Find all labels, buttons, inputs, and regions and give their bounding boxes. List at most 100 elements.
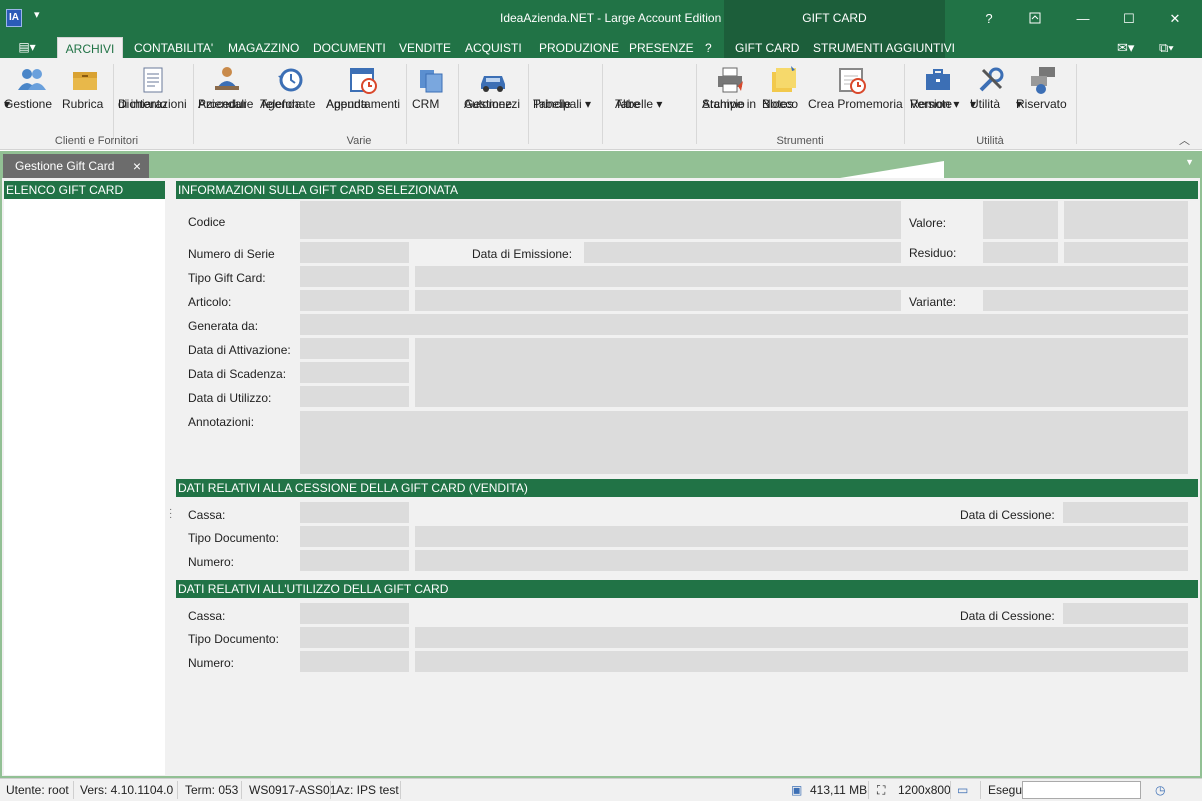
- status-memory: 413,11 MB: [810, 783, 868, 797]
- minimize-button[interactable]: —: [1060, 0, 1106, 37]
- dichiarazioni-button[interactable]: Dichiarazioni di intento: [118, 60, 188, 130]
- stampe-archivio-button[interactable]: Stampe in Archivio: [702, 60, 758, 130]
- ribbon-separator: [113, 64, 114, 144]
- data-attivazione-field[interactable]: [300, 338, 409, 359]
- utilizzo-numero-field[interactable]: [300, 651, 409, 672]
- rubrica-button[interactable]: Rubrica: [62, 60, 108, 130]
- cessione-cassa-field[interactable]: [300, 502, 409, 523]
- utilizzo-tipo-documento-code-field[interactable]: [300, 627, 409, 648]
- cessione-numero-field[interactable]: [300, 550, 409, 571]
- cessione-data-field[interactable]: [1063, 502, 1188, 523]
- generata-da-field[interactable]: [300, 314, 1188, 335]
- info-section: INFORMAZIONI SULLA GIFT CARD SELEZIONATA…: [176, 181, 1198, 481]
- gift-card-list-panel[interactable]: ELENCO GIFT CARD: [4, 181, 165, 775]
- collapse-ribbon-icon[interactable]: ︿: [1179, 132, 1190, 148]
- help-button[interactable]: ?: [966, 0, 1012, 37]
- mail-dropdown-icon[interactable]: ✉▾: [1117, 40, 1134, 56]
- tab-list-dropdown-icon[interactable]: ▼: [1185, 157, 1194, 167]
- tab-documenti[interactable]: DOCUMENTI: [307, 37, 392, 58]
- utilizzo-numero-extra-field[interactable]: [415, 651, 1188, 672]
- numero-serie-field[interactable]: [300, 242, 409, 263]
- cessione-tipo-documento-code-field[interactable]: [300, 526, 409, 547]
- tipo-gift-card-desc-field[interactable]: [415, 266, 1188, 287]
- utilizzo-tipo-documento-desc-field[interactable]: [415, 627, 1188, 648]
- ribbon-separator: [602, 64, 603, 144]
- cessione-numero-extra-field[interactable]: [415, 550, 1188, 571]
- window-settings-icon[interactable]: ▭: [957, 783, 968, 797]
- agenda-telefonate-button[interactable]: Agenda Telefonate: [260, 60, 320, 130]
- cessione-data-label: Data di Cessione:: [960, 508, 1055, 522]
- status-separator: [177, 781, 178, 799]
- restore-ribbon-icon[interactable]: [1012, 0, 1058, 37]
- cessione-tipo-documento-desc-field[interactable]: [415, 526, 1188, 547]
- tab-archivi[interactable]: ARCHIVI: [57, 37, 123, 58]
- splitter-handle[interactable]: · · ·: [169, 505, 172, 523]
- close-button[interactable]: ✕: [1152, 0, 1198, 37]
- tab-presenze[interactable]: PRESENZE: [623, 37, 700, 58]
- agenda-appuntamenti-button[interactable]: Agenda Appuntamenti: [326, 60, 400, 130]
- blocco-notes-button[interactable]: Blocco Notes: [762, 60, 804, 130]
- fullscreen-icon[interactable]: ⛶: [877, 783, 885, 798]
- tab-help[interactable]: ?: [699, 37, 718, 58]
- utilita-button[interactable]: Utilità ▾: [970, 60, 1012, 130]
- articolo-code-field[interactable]: [300, 290, 409, 311]
- tab-gift-card[interactable]: GIFT CARD: [729, 37, 805, 58]
- residuo-extra-field[interactable]: [1064, 242, 1188, 263]
- tipo-gift-card-code-field[interactable]: [300, 266, 409, 287]
- tab-vendite[interactable]: VENDITE: [393, 37, 457, 58]
- data-utilizzo-field[interactable]: [300, 386, 409, 407]
- quick-access-dropdown-icon[interactable]: ▾: [34, 8, 40, 21]
- gestione-automezzi-button[interactable]: Gestione Automezzi: [464, 60, 522, 130]
- tab-acquisti[interactable]: ACQUISTI: [459, 37, 528, 58]
- esegui-label: Esegui: [988, 783, 1025, 797]
- tab-produzione[interactable]: PRODUZIONE: [533, 37, 625, 58]
- numero-serie-label: Numero di Serie: [188, 247, 275, 261]
- tab-strumenti-aggiuntivi[interactable]: STRUMENTI AGGIUNTIVI: [807, 37, 961, 58]
- close-tab-icon[interactable]: ×: [133, 154, 141, 178]
- crea-promemoria-button[interactable]: Crea Promemoria: [808, 60, 903, 130]
- variante-field[interactable]: [983, 290, 1188, 311]
- residuo-field[interactable]: [983, 242, 1058, 263]
- codice-field[interactable]: [300, 201, 901, 239]
- status-separator: [868, 781, 869, 799]
- history-icon[interactable]: ◷: [1155, 783, 1165, 797]
- group-label-varie: Varie: [346, 135, 372, 147]
- printer-icon: [718, 67, 743, 93]
- users-icon: [18, 69, 46, 90]
- articolo-desc-field[interactable]: [415, 290, 901, 311]
- layout-dropdown-icon[interactable]: ⧉▾: [1159, 40, 1174, 56]
- file-menu-button[interactable]: ▤▾: [10, 39, 44, 56]
- doc-tab-gestione-gift-card[interactable]: Gestione Gift Card ×: [3, 154, 149, 178]
- tab-contabilita[interactable]: CONTABILITA': [128, 37, 219, 58]
- utilizzo-numero-label: Numero:: [188, 656, 235, 670]
- sticky-note-icon: [772, 66, 796, 92]
- list-header: ELENCO GIFT CARD: [4, 181, 165, 199]
- utilizzo-section: DATI RELATIVI ALL'UTILIZZO DELLA GIFT CA…: [176, 580, 1198, 680]
- data-scadenza-field[interactable]: [300, 362, 409, 383]
- group-label-utilita: Utilità: [976, 135, 1004, 147]
- crm-button[interactable]: CRM: [412, 60, 452, 130]
- car-icon: [481, 76, 505, 92]
- gestione-button[interactable]: Gestione ▾: [4, 60, 60, 130]
- date-notes-field[interactable]: [415, 338, 1188, 407]
- esegui-input[interactable]: [1022, 781, 1141, 799]
- utilizzo-data-field[interactable]: [1063, 603, 1188, 624]
- data-utilizzo-label: Data di Utilizzo:: [188, 391, 272, 405]
- remote-version-button[interactable]: Remote Version ▾: [910, 60, 966, 130]
- riservato-button[interactable]: Riservato ▾: [1016, 60, 1070, 130]
- utilizzo-cassa-field[interactable]: [300, 603, 409, 624]
- app-logo-icon[interactable]: IA: [6, 9, 22, 27]
- annotazioni-label: Annotazioni:: [188, 415, 255, 429]
- maximize-button[interactable]: ☐: [1106, 0, 1152, 37]
- data-attivazione-label: Data di Attivazione:: [188, 343, 291, 357]
- procedure-aziendali-button[interactable]: Procedure Aziendali: [198, 60, 256, 130]
- tab-magazzino[interactable]: MAGAZZINO: [222, 37, 305, 58]
- utilizzo-cassa-label: Cassa:: [188, 609, 226, 623]
- annotazioni-field[interactable]: [300, 411, 1188, 474]
- ribbon-separator: [193, 64, 194, 144]
- valore-extra-field[interactable]: [1064, 201, 1188, 239]
- data-emissione-field[interactable]: [584, 242, 901, 263]
- utilizzo-tipo-documento-label: Tipo Documento:: [188, 632, 279, 646]
- doc-tab-label: Gestione Gift Card: [15, 159, 115, 173]
- valore-field[interactable]: [983, 201, 1058, 239]
